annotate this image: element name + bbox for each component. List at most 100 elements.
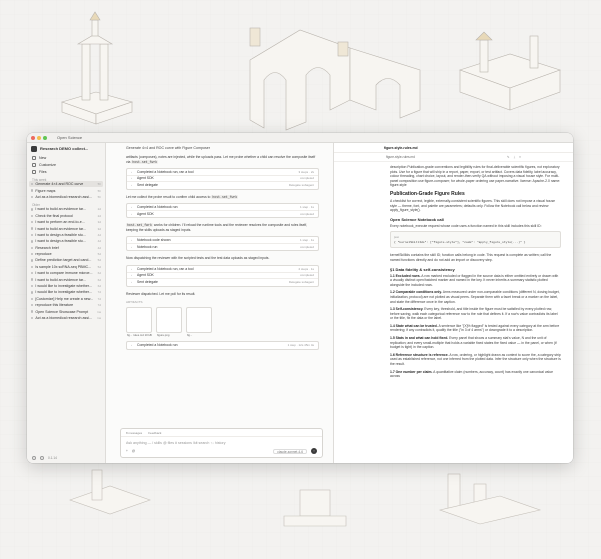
assistant-message: host.set_fwrk works for children. I'll r… [126,223,319,232]
tool-step-row[interactable]: › Completed a Notebook run 1 step · 12s 45… [127,342,318,349]
tool-card[interactable]: › Completed a Notebook run, ran a tool 3 s… [126,168,319,190]
artifact-thumbnail[interactable]: fig... roles.md 10 kB [126,307,152,337]
minimize-window-button[interactable] [37,135,41,140]
chevron-right-icon: › [131,245,132,250]
tool-card[interactable]: › Notebook code shown 1 step · 1s › Notebook… [126,236,319,252]
tool-step-row[interactable]: › Agent SDK completed [127,211,318,218]
status-dot-icon [31,227,34,230]
tool-step-label: Completed a Notebook run [137,205,178,210]
chevron-right-icon: › [131,169,132,174]
session-age: 3d [97,226,101,231]
tool-step-label: Completed a Notebook run [137,343,178,348]
session-age: 2d [97,213,101,218]
attach-icon[interactable]: + [126,449,128,453]
tool-step-label: Notebook code shown [137,238,171,243]
send-button[interactable]: ↑ [311,448,317,454]
chevron-right-icon: › [131,266,132,271]
tool-step-meta: completed [300,176,314,181]
session-label: I want to design a feasible stu... [35,232,86,237]
tool-step-meta: completed [300,273,314,278]
status-dot-icon [31,272,34,275]
tool-step-row[interactable]: › Notebook run completed [127,244,318,251]
session-item[interactable]: Act as a biomedical research assi... 1w [27,315,105,321]
session-label: Generate 4×4 and ROC curve [35,182,84,187]
status-dot-icon [31,284,34,288]
plus-icon [32,155,36,160]
settings-icon[interactable] [32,456,36,460]
rule-number: 1.7 One number per claim. [390,369,433,374]
composer-actions: + @ claude-sonnet-4-6 ↑ [126,448,317,454]
this-week-list: Generate 4×4 and ROC curve 5h Figure maps 5… [27,181,105,200]
sliders-icon [32,162,36,167]
workspace-name: Research DEMO collect... [40,146,89,151]
session-age: 5h [97,188,101,193]
workspace-switcher[interactable]: Research DEMO collect... [27,143,105,154]
model-selector[interactable]: claude-sonnet-4-6 [273,448,307,454]
file-path-bar: figure-style-rules.md ✎ ⤓ × [334,153,573,162]
assistant-message: Now dispatching the reviewer with the sc… [126,256,270,261]
app-title: Open Science [57,135,83,140]
tab-figure-style-rules[interactable]: figure-style-rules.md [384,146,418,150]
artifacts-row: fig... roles.md 10 kB figure.png fig... [126,307,319,337]
inline-code: host.set_fwrk [131,159,159,164]
session-age: 7d [97,290,101,295]
version-label: 0.1.14 [48,456,57,460]
chevron-right-icon: › [131,343,132,348]
session-age: 3d [97,220,101,225]
session-label: I want to build an evidence tar... [35,277,86,282]
session-age: 7d [97,303,101,308]
edit-icon[interactable]: ✎ [507,155,510,159]
status-dot-icon [31,240,34,243]
status-dot-icon [31,233,34,237]
maximize-window-button[interactable] [43,135,47,140]
tool-card[interactable]: › Completed a Notebook run 1 step · 12s 45… [126,341,319,350]
tool-step-meta: 1 step · 1s [299,238,314,243]
download-icon[interactable]: ⤓ [514,155,515,159]
tool-step-meta: 2 steps · 1s [298,266,314,271]
chevron-right-icon: › [131,176,132,181]
doc-heading-3: §1 Data fidelity & self-consistency [390,266,455,272]
status-dot-icon [31,291,34,294]
artifact-label: fig... [187,333,193,338]
status-dot-icon [31,220,34,224]
session-age: 4d [97,232,101,237]
rules-list: 1.1 Excluded rows. A row marked excluded… [390,274,561,379]
status-dot-icon [31,310,34,313]
nav-customize[interactable]: Customize [27,161,105,168]
feedback-link[interactable]: Feedback [148,431,161,435]
tool-step-row[interactable]: › Sent delegate Delegate subagent [127,182,318,189]
rule-item: 1.2 Comparable conditions only. Arms mea… [390,290,561,304]
close-window-button[interactable] [31,135,35,140]
tool-card[interactable]: › Completed a Notebook run, ran a tool 2 s… [126,265,319,287]
session-label: Figure maps [35,188,56,193]
artifact-thumbnail[interactable]: figure.png [156,307,182,337]
status-dot-icon [31,278,34,281]
older-list: I want to build an evidence tar... 2d Chec… [27,206,105,321]
tool-step-label: Sent delegate [137,280,158,285]
chat-transcript[interactable]: artifacts (composes), notes are injected… [126,155,319,425]
status-dot-icon [31,189,34,192]
rule-item: 1.4 State what can be trusted. A sentenc… [390,324,561,333]
close-icon[interactable]: × [519,155,521,159]
nav-new[interactable]: New [27,154,105,161]
artifact-thumbnail[interactable]: fig... [186,307,212,337]
mention-icon[interactable]: @ [132,449,135,453]
chevron-right-icon: › [131,238,132,243]
code-block[interactable]: json { "kernelSkillIds": ["figure-style"… [390,231,561,249]
tool-step-label: Notebook run [137,245,158,250]
markdown-document[interactable]: description Publication-grade convention… [390,165,561,463]
help-icon[interactable] [40,456,44,460]
messages-count[interactable]: 8 messages [126,431,142,435]
message-composer[interactable]: 8 messages Feedback Ask anything — / ski… [120,428,323,458]
tool-card[interactable]: › Completed a Notebook run 1 step · 1s › Age… [126,203,319,219]
inline-code: host.set_fwrk [211,194,239,199]
tool-step-row[interactable]: › Sent delegate Delegate subagent [127,279,318,286]
session-age: 4d [97,245,101,250]
session-label: Is sample 10x scRNA-seq PBMC... [35,264,92,269]
session-age: 4d [97,239,101,244]
folder-icon [32,169,36,174]
nav-files[interactable]: Files [27,168,105,175]
panel-tabs: figure-style-rules.md [334,143,573,153]
session-label: [Customize] Help me create a new... [35,296,94,301]
rule-number: 1.6 Reference structure is reference. [390,352,449,357]
